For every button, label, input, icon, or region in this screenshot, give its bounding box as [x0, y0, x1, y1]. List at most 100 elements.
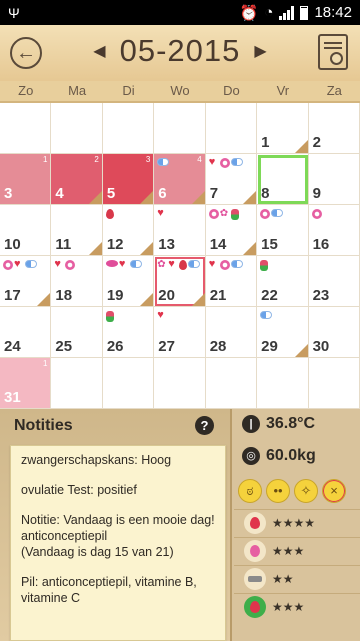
day-number: 7	[209, 185, 219, 202]
rating-row[interactable]: ★★★	[234, 537, 360, 563]
rating-stars: ★★★	[272, 543, 305, 558]
day-cell[interactable]: ♥ 13	[154, 205, 206, 256]
rating-row[interactable]: ★★	[234, 565, 360, 591]
pill-icon	[188, 260, 201, 268]
day-cell[interactable]: 23	[308, 256, 360, 307]
day-cell[interactable]: 15	[257, 205, 309, 256]
day-number: 16	[312, 236, 330, 253]
note-pills: Pil: anticonceptiepil, vitamine B, vitam…	[21, 575, 197, 605]
day-cell[interactable]: 1 31	[0, 358, 52, 409]
day-cell[interactable]: ✿ 14	[205, 205, 258, 256]
day-number: 23	[312, 287, 330, 304]
prev-month-button[interactable]: ◀	[93, 41, 105, 61]
app-header: ← ◀ 05-2015 ▶	[0, 25, 360, 81]
day-cell[interactable]: 10	[0, 205, 52, 256]
note-pill-name: anticonceptiepil	[21, 529, 108, 543]
mood-row[interactable]: ಠ •• ✧ ×	[238, 479, 346, 503]
day-cell[interactable]: ♥ 27	[154, 307, 206, 358]
day-cell[interactable]	[154, 358, 206, 409]
sick-face-icon: ×	[322, 479, 346, 503]
cycle-day: 1	[42, 155, 48, 164]
day-cell[interactable]	[205, 103, 258, 154]
heart-icon: ♥	[208, 258, 216, 270]
help-icon[interactable]: ?	[195, 416, 214, 435]
heart-icon: ♥	[118, 258, 126, 270]
note-corner-icon	[88, 191, 102, 204]
day-cell[interactable]: ♥ 17	[0, 256, 52, 307]
sparkle-icon: ✿	[219, 208, 229, 219]
weight-value: 60.0kg	[266, 447, 316, 464]
note-corner-icon	[191, 293, 205, 306]
day-cell[interactable]	[154, 103, 206, 154]
day-cell[interactable]: 1 3	[0, 154, 52, 205]
day-cell[interactable]: 30	[308, 307, 360, 358]
flower-icon	[219, 260, 230, 270]
day-cell[interactable]: 12	[102, 205, 155, 256]
rating-row[interactable]: ★★★	[234, 593, 360, 619]
day-cell[interactable]: ♥ 18	[51, 256, 103, 307]
day-cell[interactable]: 28	[205, 307, 258, 358]
stats-panel: | 36.8°C ◎ 60.0kg ಠ •• ✧ × ★★★★ ★★★ ★★ ★…	[234, 409, 360, 641]
notes-title: Notities	[14, 417, 73, 434]
day-cell[interactable]: 29	[257, 307, 309, 358]
status-bar: Ψ ⏰ ◔ 18:42	[0, 0, 360, 25]
thermometer-icon: |	[242, 415, 260, 433]
day-number: 3	[4, 185, 13, 202]
back-button[interactable]: ←	[10, 37, 42, 69]
day-cell[interactable]: 4 6	[154, 154, 206, 205]
day-number: 9	[312, 185, 321, 202]
calendar-grid: 1 2 1 3 2 4 3 5 4 6 ♥ 7 8 9 10 11 12 ♥ 1…	[0, 103, 360, 409]
rating-stars: ★★★	[272, 599, 305, 614]
day-number: 8	[261, 185, 270, 202]
day-cell[interactable]: 26	[102, 307, 155, 358]
scale-icon: ◎	[242, 447, 260, 465]
day-cell[interactable]: 16	[308, 205, 360, 256]
day-cell[interactable]: 9	[308, 154, 360, 205]
day-cell[interactable]	[257, 358, 309, 409]
day-cell[interactable]: ♥ 7	[205, 154, 258, 205]
next-month-button[interactable]: ▶	[254, 41, 266, 61]
day-cell[interactable]	[51, 358, 103, 409]
day-cell[interactable]	[205, 358, 258, 409]
day-number: 11	[55, 236, 72, 253]
day-cell[interactable]: 11	[51, 205, 103, 256]
day-cell[interactable]: 24	[0, 307, 52, 358]
weight-row[interactable]: ◎ 60.0kg	[234, 447, 360, 465]
day-number: 21	[209, 287, 227, 304]
day-cell[interactable]: 25	[51, 307, 103, 358]
day-cell[interactable]: 8	[257, 154, 309, 205]
day-cell[interactable]: 3 5	[102, 154, 155, 205]
weekday-label: Wo	[170, 83, 190, 98]
day-cell[interactable]	[308, 358, 360, 409]
day-cell[interactable]: 1	[257, 103, 309, 154]
heart-icon: ♥	[54, 258, 61, 270]
day-cell[interactable]: 2	[308, 103, 360, 154]
note-corner-icon	[140, 293, 154, 306]
day-number: 1	[261, 134, 270, 151]
flower-icon	[260, 209, 271, 219]
day-cell[interactable]	[102, 103, 155, 154]
day-cell[interactable]	[102, 358, 155, 409]
usb-icon: Ψ	[8, 4, 20, 21]
day-cell[interactable]: 22	[257, 256, 309, 307]
temperature-row[interactable]: | 36.8°C	[234, 415, 360, 433]
day-number: 20	[158, 287, 175, 304]
pill-icon	[25, 260, 37, 268]
document-clock-icon[interactable]	[318, 34, 348, 70]
notes-panel: Notities ? zwangerschapskans: Hoog ovula…	[0, 409, 232, 641]
arrow-left-icon: ←	[16, 41, 36, 64]
day-cell-today[interactable]: ✿ ♥ 20	[154, 256, 206, 307]
day-number: 5	[106, 185, 116, 202]
signal-icon	[279, 5, 295, 20]
day-number: 27	[158, 338, 175, 355]
notes-card[interactable]: zwangerschapskans: Hoog ovulatie Test: p…	[10, 445, 226, 641]
day-cell[interactable]	[51, 103, 103, 154]
day-cell[interactable]: ♥ 19	[102, 256, 155, 307]
heart-icon: ♥	[157, 309, 164, 321]
note-corner-icon	[243, 191, 257, 204]
rating-row[interactable]: ★★★★	[234, 509, 360, 535]
day-cell[interactable]	[0, 103, 52, 154]
wifi-icon: ◔	[264, 4, 274, 21]
day-cell[interactable]: 2 4	[51, 154, 103, 205]
day-cell[interactable]: ♥ 21	[205, 256, 258, 307]
